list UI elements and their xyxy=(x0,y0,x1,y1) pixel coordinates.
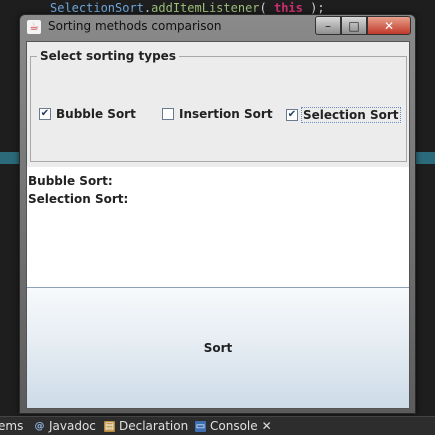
tab-label: ems xyxy=(0,419,24,433)
options-panel: Select sorting types ✔ Bubble Sort Inser… xyxy=(27,42,409,167)
maximize-button[interactable]: □ xyxy=(341,16,367,35)
title-bar[interactable]: ☕ Sorting methods comparison – □ ✕ xyxy=(20,15,415,39)
close-icon[interactable]: ✕ xyxy=(262,417,272,435)
ide-view-tabs: ems @ Javadoc ▤ Declaration ▭ Console ✕ xyxy=(0,416,435,435)
tab-javadoc[interactable]: @ Javadoc xyxy=(34,417,96,435)
result-bubble-sort: Bubble Sort: xyxy=(28,174,113,188)
results-area: Bubble Sort: Selection Sort: xyxy=(28,172,128,208)
group-legend: Select sorting types xyxy=(37,49,179,63)
checkbox-box[interactable] xyxy=(162,108,174,120)
checkbox-label: Insertion Sort xyxy=(179,107,273,121)
java-icon: ☕ xyxy=(27,20,41,34)
declaration-icon: ▤ xyxy=(104,420,115,432)
console-icon: ▭ xyxy=(195,420,206,432)
checkbox-selection-sort[interactable]: ✔ Selection Sort xyxy=(286,107,401,123)
result-selection-sort: Selection Sort: xyxy=(28,192,129,206)
sorting-types-group: Select sorting types ✔ Bubble Sort Inser… xyxy=(30,49,407,162)
checkbox-insertion-sort[interactable]: Insertion Sort xyxy=(162,107,273,121)
code-close-paren: ); xyxy=(302,1,325,15)
tab-problems[interactable]: ems xyxy=(0,417,23,435)
app-window: ☕ Sorting methods comparison – □ ✕ Selec… xyxy=(19,14,416,414)
ide-highlight-stripe-left xyxy=(0,152,20,164)
checkbox-box[interactable]: ✔ xyxy=(286,109,298,121)
code-keyword: this xyxy=(273,1,303,15)
sort-button[interactable]: Sort xyxy=(27,287,409,408)
window-controls: – □ ✕ xyxy=(315,16,411,35)
minimize-button[interactable]: – xyxy=(315,16,341,35)
checkbox-bubble-sort[interactable]: ✔ Bubble Sort xyxy=(39,107,136,121)
code-method: addItemListener xyxy=(151,1,260,15)
tab-label: Javadoc xyxy=(49,419,96,433)
tab-label: Declaration xyxy=(119,419,189,433)
javadoc-icon: @ xyxy=(34,420,45,432)
code-open-paren: ( xyxy=(259,1,274,15)
checkbox-box[interactable]: ✔ xyxy=(39,108,51,120)
checkbox-label: Bubble Sort xyxy=(56,107,136,121)
close-button[interactable]: ✕ xyxy=(367,16,411,35)
client-area: Select sorting types ✔ Bubble Sort Inser… xyxy=(26,41,410,409)
tab-console[interactable]: ▭ Console ✕ xyxy=(195,417,272,435)
tab-label: Console xyxy=(210,419,258,433)
window-title: Sorting methods comparison xyxy=(48,19,222,33)
code-object: SelectionSort xyxy=(50,1,144,15)
checkbox-label: Selection Sort xyxy=(301,107,401,123)
tab-declaration[interactable]: ▤ Declaration xyxy=(104,417,188,435)
